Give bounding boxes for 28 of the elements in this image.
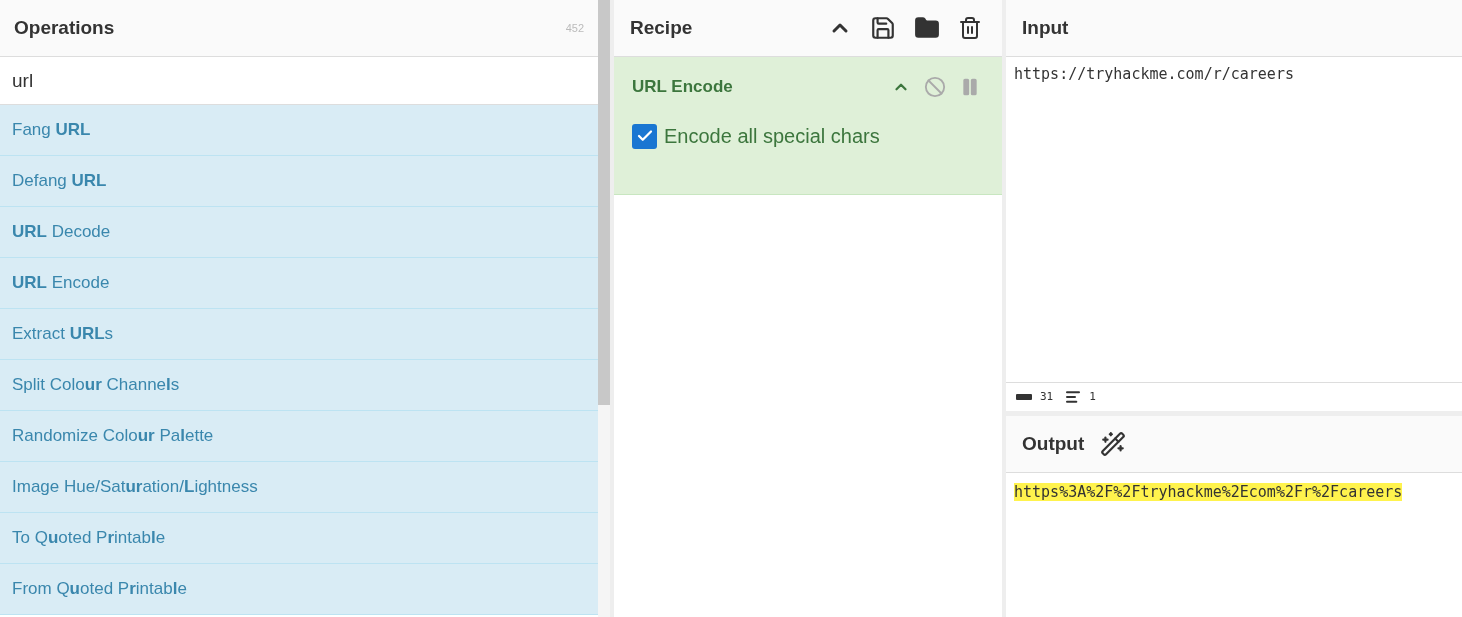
panel-title: Output bbox=[1022, 431, 1085, 456]
panel-title: Recipe bbox=[630, 15, 693, 40]
output-text: https%3A%2F%2Ftryhackme%2Ecom%2Fr%2Fcareers bbox=[1014, 483, 1403, 501]
scrollbar[interactable] bbox=[598, 0, 610, 617]
character-count: 31 bbox=[1040, 388, 1054, 405]
operation-item[interactable]: Defang URL bbox=[0, 156, 598, 207]
operation-item[interactable]: From Quoted Printable bbox=[0, 564, 598, 615]
save-icon[interactable] bbox=[870, 15, 896, 41]
checkbox[interactable] bbox=[632, 123, 657, 149]
operation-item[interactable]: Split Colour Channels bbox=[0, 360, 598, 411]
operation-item[interactable]: To Quoted Printable bbox=[0, 513, 598, 564]
operation-item[interactable]: Fang URL bbox=[0, 105, 598, 156]
operation-item[interactable]: Randomize Colour Palette bbox=[0, 411, 598, 462]
line-count: 1 bbox=[1089, 388, 1096, 405]
step-title: URL Encode bbox=[632, 76, 733, 99]
operation-item[interactable]: Image Hue/Saturation/Lightness bbox=[0, 462, 598, 513]
operation-item[interactable]: Extract URLs bbox=[0, 309, 598, 360]
delete-icon[interactable] bbox=[958, 16, 982, 40]
operation-count: 452 bbox=[565, 20, 584, 36]
panel-title: Input bbox=[1022, 15, 1069, 40]
folder-icon[interactable] bbox=[914, 15, 940, 41]
operation-item[interactable]: URL Encode bbox=[0, 258, 598, 309]
option-label: Encode all special chars bbox=[664, 124, 880, 149]
input-text-area[interactable]: https://tryhackme.com/r/careers bbox=[1006, 57, 1462, 383]
line-count-icon bbox=[1065, 389, 1082, 405]
operation-item[interactable]: URL Decode bbox=[0, 207, 598, 258]
magic-wand-icon[interactable] bbox=[1100, 431, 1127, 457]
panel-title: Operations bbox=[14, 15, 115, 40]
